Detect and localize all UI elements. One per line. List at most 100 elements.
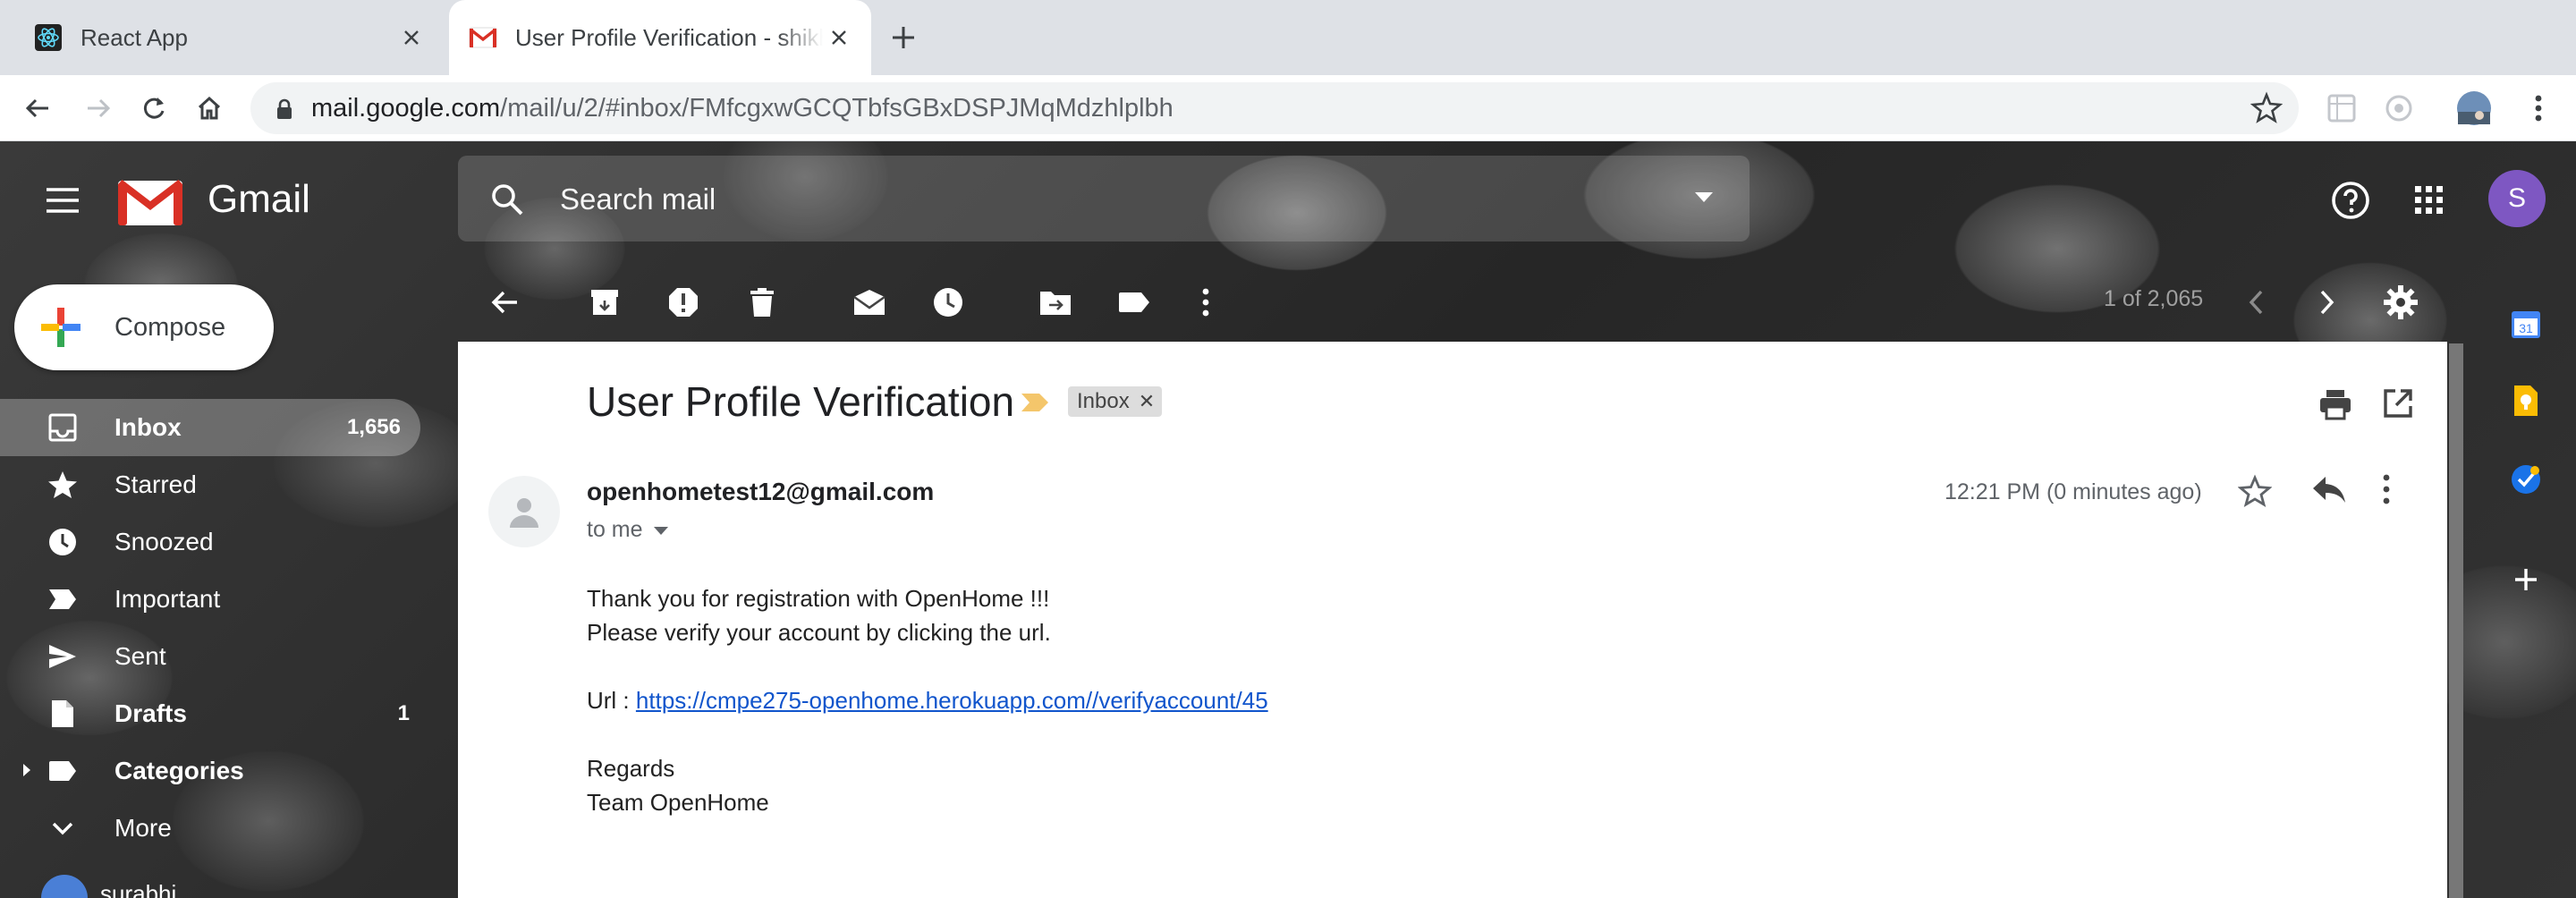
browser-tab-react-app[interactable]: React App xyxy=(14,0,444,75)
apps-grid-icon[interactable] xyxy=(2408,179,2451,222)
close-tab-icon[interactable] xyxy=(395,21,428,54)
nav-item-categories[interactable]: Categories xyxy=(0,742,429,800)
search-bar[interactable] xyxy=(458,156,1750,243)
help-icon[interactable] xyxy=(2329,179,2372,222)
profile-avatar[interactable] xyxy=(2456,90,2492,126)
back-to-inbox-icon[interactable] xyxy=(485,283,524,322)
search-options-icon[interactable] xyxy=(1694,191,1714,204)
lock-icon[interactable] xyxy=(275,98,293,120)
newer-chevron-left-icon[interactable] xyxy=(2236,283,2275,322)
nav-count: 1 xyxy=(397,701,410,725)
main-menu-icon[interactable] xyxy=(41,179,84,222)
search-icon[interactable] xyxy=(490,182,524,216)
nav-item-drafts[interactable]: Drafts 1 xyxy=(0,685,429,742)
svg-text:31: 31 xyxy=(2519,321,2533,335)
nav-label: Snoozed xyxy=(114,528,214,555)
star-icon xyxy=(47,469,79,501)
account-avatar[interactable]: S xyxy=(2488,170,2546,227)
nav-label: Drafts xyxy=(114,699,187,727)
star-icon[interactable] xyxy=(2238,474,2272,508)
add-addon-plus-icon[interactable] xyxy=(2501,555,2551,605)
message-pane: User Profile Verification Inbox ✕ openhom… xyxy=(458,342,2447,898)
message-timestamp: 12:21 PM (0 minutes ago) xyxy=(1945,479,2202,504)
react-icon xyxy=(34,23,63,52)
print-icon[interactable] xyxy=(2318,388,2352,420)
compose-button[interactable]: Compose xyxy=(14,284,274,370)
chrome-menu-icon[interactable] xyxy=(2521,90,2556,126)
home-icon[interactable] xyxy=(191,90,227,126)
inbox-icon xyxy=(47,411,79,444)
left-navigation: Inbox 1,656 Starred Snoozed Important Se… xyxy=(0,399,429,857)
body-line: Team OpenHome xyxy=(587,789,769,816)
nav-label: More xyxy=(114,814,172,842)
keep-icon[interactable] xyxy=(2501,376,2551,426)
draft-icon xyxy=(47,698,79,730)
nav-label: Inbox xyxy=(114,413,182,441)
close-tab-icon[interactable] xyxy=(823,21,855,54)
importance-marker-icon[interactable] xyxy=(1020,392,1050,413)
more-actions-icon[interactable] xyxy=(1186,283,1225,322)
url-path: /mail/u/2/#inbox/FMfcgxwGCQTbfsGBxDSPJMq… xyxy=(500,94,1174,123)
gmail-logo[interactable] xyxy=(116,177,184,227)
extension-icon[interactable] xyxy=(2324,90,2360,126)
label-as-icon[interactable] xyxy=(1114,283,1154,322)
gmail-brand-text[interactable]: Gmail xyxy=(208,177,310,222)
settings-gear-icon[interactable] xyxy=(2381,283,2420,322)
nav-item-sent[interactable]: Sent xyxy=(0,628,429,685)
reply-icon[interactable] xyxy=(2311,474,2347,504)
calendar-icon[interactable]: 31 xyxy=(2501,299,2551,349)
clock-icon xyxy=(47,526,79,558)
back-icon[interactable] xyxy=(20,90,55,126)
address-bar[interactable]: mail.google.com/mail/u/2/#inbox/FMfcgxwG… xyxy=(250,82,2299,134)
report-spam-icon[interactable] xyxy=(664,283,703,322)
sender-email[interactable]: openhometest12@gmail.com xyxy=(587,478,934,506)
browser-toolbar: mail.google.com/mail/u/2/#inbox/FMfcgxwG… xyxy=(0,75,2576,141)
older-chevron-right-icon[interactable] xyxy=(2308,283,2347,322)
reload-icon[interactable] xyxy=(136,90,172,126)
message-scrollbar[interactable] xyxy=(2449,343,2463,898)
recipient-text: to me xyxy=(587,517,643,542)
show-details-caret-icon[interactable] xyxy=(653,526,669,537)
archive-icon[interactable] xyxy=(585,283,624,322)
more-options-icon[interactable] xyxy=(2383,474,2390,504)
forward-icon[interactable] xyxy=(80,90,116,126)
nav-label: Sent xyxy=(114,642,166,670)
remove-label-icon[interactable]: ✕ xyxy=(1139,390,1155,413)
url-text[interactable]: mail.google.com/mail/u/2/#inbox/FMfcgxwG… xyxy=(311,82,1174,134)
nav-item-snoozed[interactable]: Snoozed xyxy=(0,513,429,571)
snooze-icon[interactable] xyxy=(928,283,968,322)
nav-count: 1,656 xyxy=(346,415,401,439)
tasks-icon[interactable] xyxy=(2501,454,2551,504)
open-in-new-window-icon[interactable] xyxy=(2383,388,2413,419)
verify-account-link[interactable]: https://cmpe275-openhome.herokuapp.com//… xyxy=(636,687,1268,714)
chevron-down-icon xyxy=(47,812,79,844)
nav-item-starred[interactable]: Starred xyxy=(0,456,429,513)
user-name: surabhi xyxy=(100,880,177,898)
label-icon xyxy=(47,755,79,787)
new-tab-button[interactable] xyxy=(887,21,919,54)
nav-item-more[interactable]: More xyxy=(0,800,429,857)
sender-avatar[interactable] xyxy=(488,476,560,547)
nav-item-important[interactable]: Important xyxy=(0,571,429,628)
email-subject: User Profile Verification xyxy=(587,378,1015,425)
nav-item-inbox[interactable]: Inbox 1,656 xyxy=(0,399,420,456)
browser-tab-gmail[interactable]: User Profile Verification - shikha.stacy… xyxy=(449,0,871,75)
label-chip-inbox[interactable]: Inbox ✕ xyxy=(1068,386,1163,417)
expand-caret-icon[interactable] xyxy=(21,762,32,778)
bookmark-star-icon[interactable] xyxy=(2250,91,2283,123)
search-input[interactable] xyxy=(558,156,1635,243)
message-body: Thank you for registration with OpenHome… xyxy=(587,581,1268,819)
mark-unread-icon[interactable] xyxy=(850,283,889,322)
extension-icon[interactable] xyxy=(2381,90,2417,126)
important-icon xyxy=(47,583,79,615)
label-chip-text: Inbox xyxy=(1077,389,1130,413)
move-to-icon[interactable] xyxy=(1036,283,1075,322)
compose-label: Compose xyxy=(114,313,226,342)
send-icon xyxy=(47,640,79,673)
body-line: Please verify your account by clicking t… xyxy=(587,619,1051,646)
nav-label: Starred xyxy=(114,470,197,498)
delete-icon[interactable] xyxy=(742,283,782,322)
gmail-header: Gmail S xyxy=(0,141,2576,256)
nav-label: Important xyxy=(114,585,221,613)
body-line: Regards xyxy=(587,755,675,782)
